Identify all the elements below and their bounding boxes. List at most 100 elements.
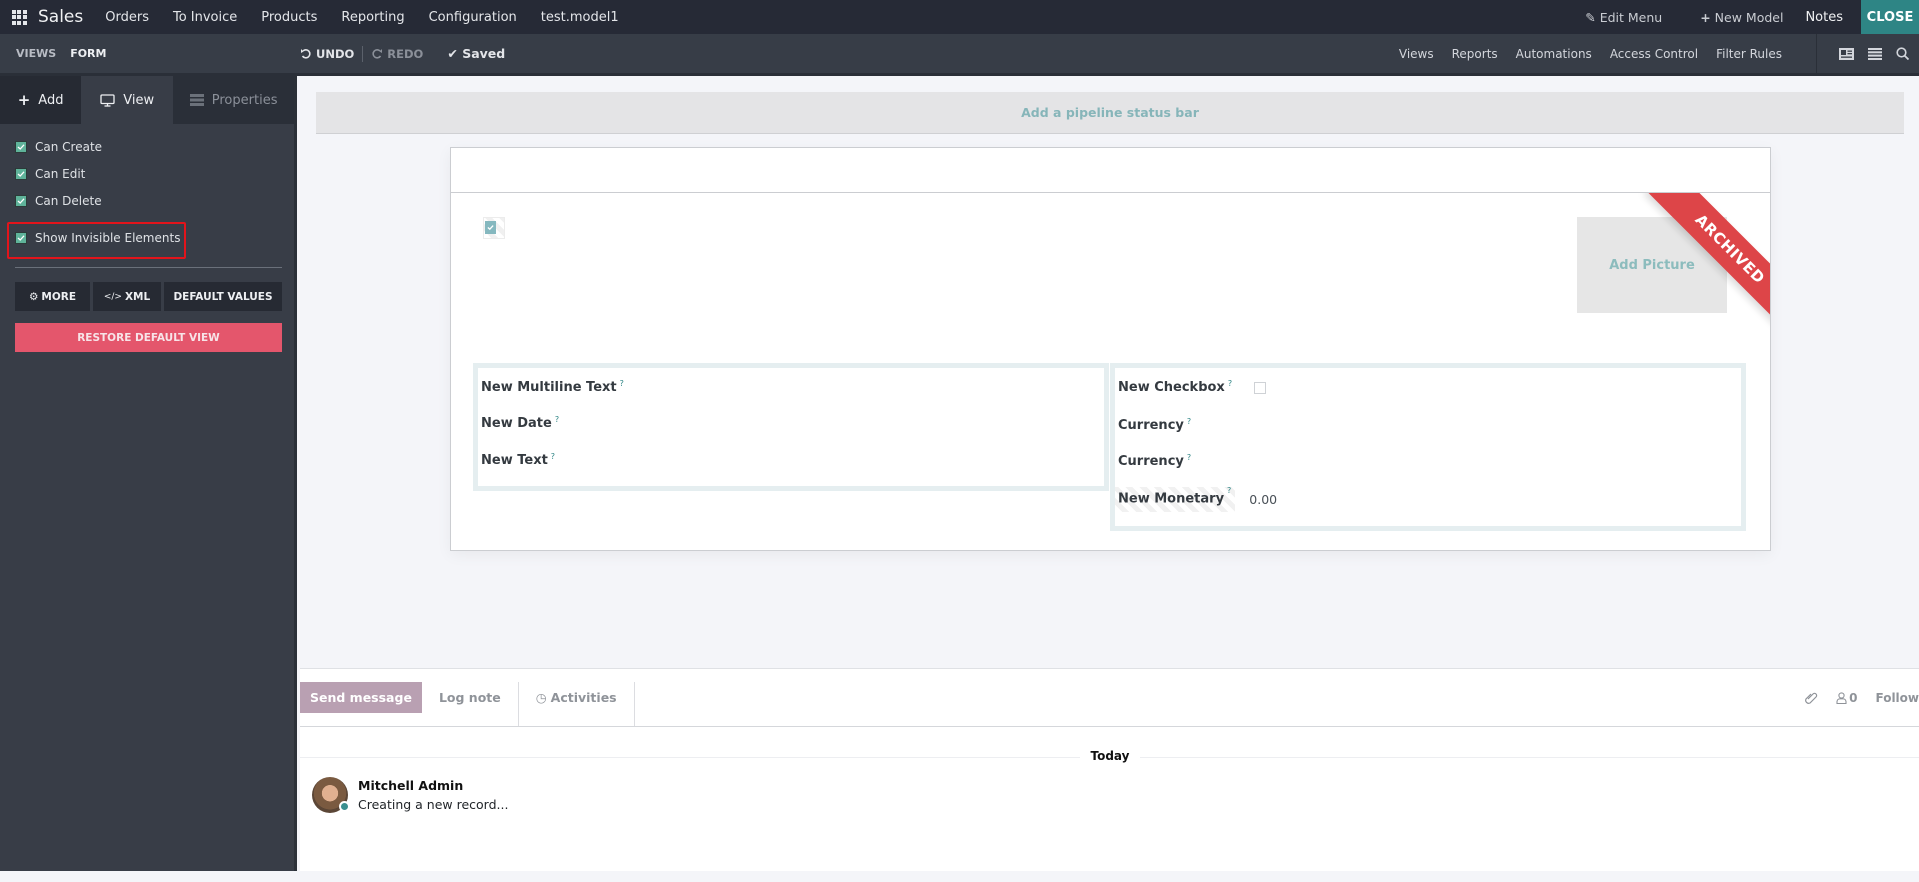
new-model-button[interactable]: + New Model <box>1700 10 1783 25</box>
redo-icon <box>372 48 383 59</box>
user-icon <box>1836 691 1847 704</box>
can-delete-label: Can Delete <box>35 193 102 208</box>
invisible-field-checkbox[interactable] <box>483 217 505 239</box>
field-label: Currency <box>1118 454 1184 469</box>
help-tooltip-icon[interactable]: ? <box>1187 453 1191 462</box>
help-tooltip-icon[interactable]: ? <box>1228 379 1232 388</box>
followers-count: 0 <box>1849 690 1858 705</box>
field-new-monetary[interactable]: New Monetary? 0.00 <box>1115 486 1277 513</box>
chatter-tabs: Send message Log note ◷ Activities <box>300 682 635 726</box>
help-tooltip-icon[interactable]: ? <box>1227 486 1231 495</box>
checked-checkbox-icon <box>485 221 496 234</box>
more-button[interactable]: ⚙ MORE <box>15 282 90 311</box>
highlight-box <box>7 222 186 259</box>
menu-to-invoice[interactable]: To Invoice <box>173 10 237 25</box>
apps-menu-button[interactable] <box>0 0 38 34</box>
option-can-edit[interactable]: Can Edit <box>0 160 294 187</box>
tab-view[interactable]: View <box>81 76 174 124</box>
search-view-icon[interactable] <box>1896 47 1909 60</box>
redo-label: REDO <box>387 46 424 61</box>
help-tooltip-icon[interactable]: ? <box>551 452 555 461</box>
follow-button[interactable]: Follow <box>1875 691 1919 705</box>
option-can-create[interactable]: Can Create <box>0 133 294 160</box>
xml-button[interactable]: </> XML <box>93 282 161 311</box>
menu-reporting[interactable]: Reporting <box>341 10 404 25</box>
date-separator: Today <box>1080 749 1140 763</box>
field-label: New Text <box>481 453 548 468</box>
breadcrumb-form: FORM <box>70 47 107 60</box>
field-group-right[interactable]: New Checkbox? Currency? Currency? New Mo… <box>1110 363 1746 531</box>
edit-menu-button[interactable]: ✎ Edit Menu <box>1585 10 1662 25</box>
add-pipeline-status-bar[interactable]: Add a pipeline status bar <box>316 92 1904 134</box>
field-label: New Monetary <box>1118 491 1225 507</box>
redo-button[interactable]: REDO <box>371 47 423 61</box>
sidebar-button-row: ⚙ MORE </> XML DEFAULT VALUES <box>15 282 282 311</box>
menu-test-model1[interactable]: test.model1 <box>541 10 619 25</box>
followers-button[interactable]: 0 <box>1836 691 1857 705</box>
studio-toolbar: VIEWS FORM UNDO REDO ✔ Saved Views Repor… <box>0 34 1919 76</box>
message-author[interactable]: Mitchell Admin <box>358 778 508 793</box>
can-create-checkbox[interactable] <box>15 140 27 153</box>
sidebar-divider <box>15 267 282 268</box>
tab-add[interactable]: + Add <box>0 76 82 124</box>
monitor-icon <box>100 93 115 107</box>
ribbon-label: ARCHIVED <box>1646 193 1770 333</box>
close-studio-button[interactable]: CLOSE <box>1861 0 1919 34</box>
edit-menu-label: Edit Menu <box>1599 9 1663 25</box>
sheet-header[interactable] <box>451 148 1770 193</box>
link-reports[interactable]: Reports <box>1452 47 1498 61</box>
form-editor-canvas: Add a pipeline status bar Add Picture AR… <box>300 76 1919 871</box>
link-views[interactable]: Views <box>1399 47 1434 61</box>
link-filter-rules[interactable]: Filter Rules <box>1716 47 1782 61</box>
help-tooltip-icon[interactable]: ? <box>620 379 624 388</box>
field-new-checkbox[interactable]: New Checkbox? <box>1118 379 1267 395</box>
message-item: Mitchell Admin Creating a new record... <box>312 777 508 813</box>
gear-icon: ⚙ <box>28 290 39 303</box>
field-new-date[interactable]: New Date? <box>481 415 559 431</box>
field-currency-2[interactable]: Currency? <box>1118 453 1191 469</box>
send-message-button[interactable]: Send message <box>300 682 422 713</box>
field-new-text[interactable]: New Text? <box>481 452 555 468</box>
activities-button[interactable]: ◷ Activities <box>517 682 635 726</box>
breadcrumb-views[interactable]: VIEWS <box>16 47 56 60</box>
menu-products[interactable]: Products <box>261 10 317 25</box>
chatter-actions: 0 Follow <box>1804 682 1919 713</box>
link-automations[interactable]: Automations <box>1516 47 1592 61</box>
form-view-icon[interactable] <box>1839 47 1854 60</box>
toolbar-separator <box>362 45 364 62</box>
can-delete-checkbox[interactable] <box>15 194 27 207</box>
help-tooltip-icon[interactable]: ? <box>555 415 559 424</box>
bottom-strip <box>0 871 1919 882</box>
menu-configuration[interactable]: Configuration <box>429 10 517 25</box>
menu-orders[interactable]: Orders <box>105 10 149 25</box>
paperclip-icon[interactable] <box>1804 691 1818 705</box>
sidebar-tabs: + Add View Properties <box>0 76 294 124</box>
field-currency[interactable]: Currency? <box>1118 417 1191 433</box>
online-status-icon <box>339 801 350 812</box>
can-edit-checkbox[interactable] <box>15 167 27 180</box>
link-access-control[interactable]: Access Control <box>1610 47 1698 61</box>
undo-button[interactable]: UNDO <box>300 47 354 61</box>
new-monetary-value[interactable]: 0.00 <box>1249 492 1277 507</box>
help-tooltip-icon[interactable]: ? <box>1187 417 1191 426</box>
notes-button[interactable]: Notes <box>1805 10 1843 25</box>
avatar[interactable] <box>312 777 350 813</box>
new-checkbox-input[interactable] <box>1254 381 1267 394</box>
top-navbar: Sales Orders To Invoice Products Reporti… <box>0 0 1919 34</box>
message-body: Creating a new record... <box>358 797 509 812</box>
invisible-field-label: New Monetary? <box>1115 486 1236 513</box>
xml-label: XML <box>124 290 151 303</box>
list-view-icon[interactable] <box>1868 47 1882 60</box>
log-note-button[interactable]: Log note <box>422 682 518 713</box>
field-group-left[interactable]: New Multiline Text? New Date? New Text? <box>473 363 1109 491</box>
new-model-label: New Model <box>1714 9 1784 25</box>
can-create-label: Can Create <box>35 139 103 154</box>
plus-icon: + <box>1700 9 1711 25</box>
app-name[interactable]: Sales <box>38 7 83 27</box>
restore-default-view-button[interactable]: RESTORE DEFAULT VIEW <box>15 323 282 352</box>
server-icon <box>189 94 204 106</box>
field-new-multiline-text[interactable]: New Multiline Text? <box>481 379 624 395</box>
tab-properties[interactable]: Properties <box>173 76 294 124</box>
default-values-button[interactable]: DEFAULT VALUES <box>164 282 282 311</box>
option-can-delete[interactable]: Can Delete <box>0 187 294 214</box>
